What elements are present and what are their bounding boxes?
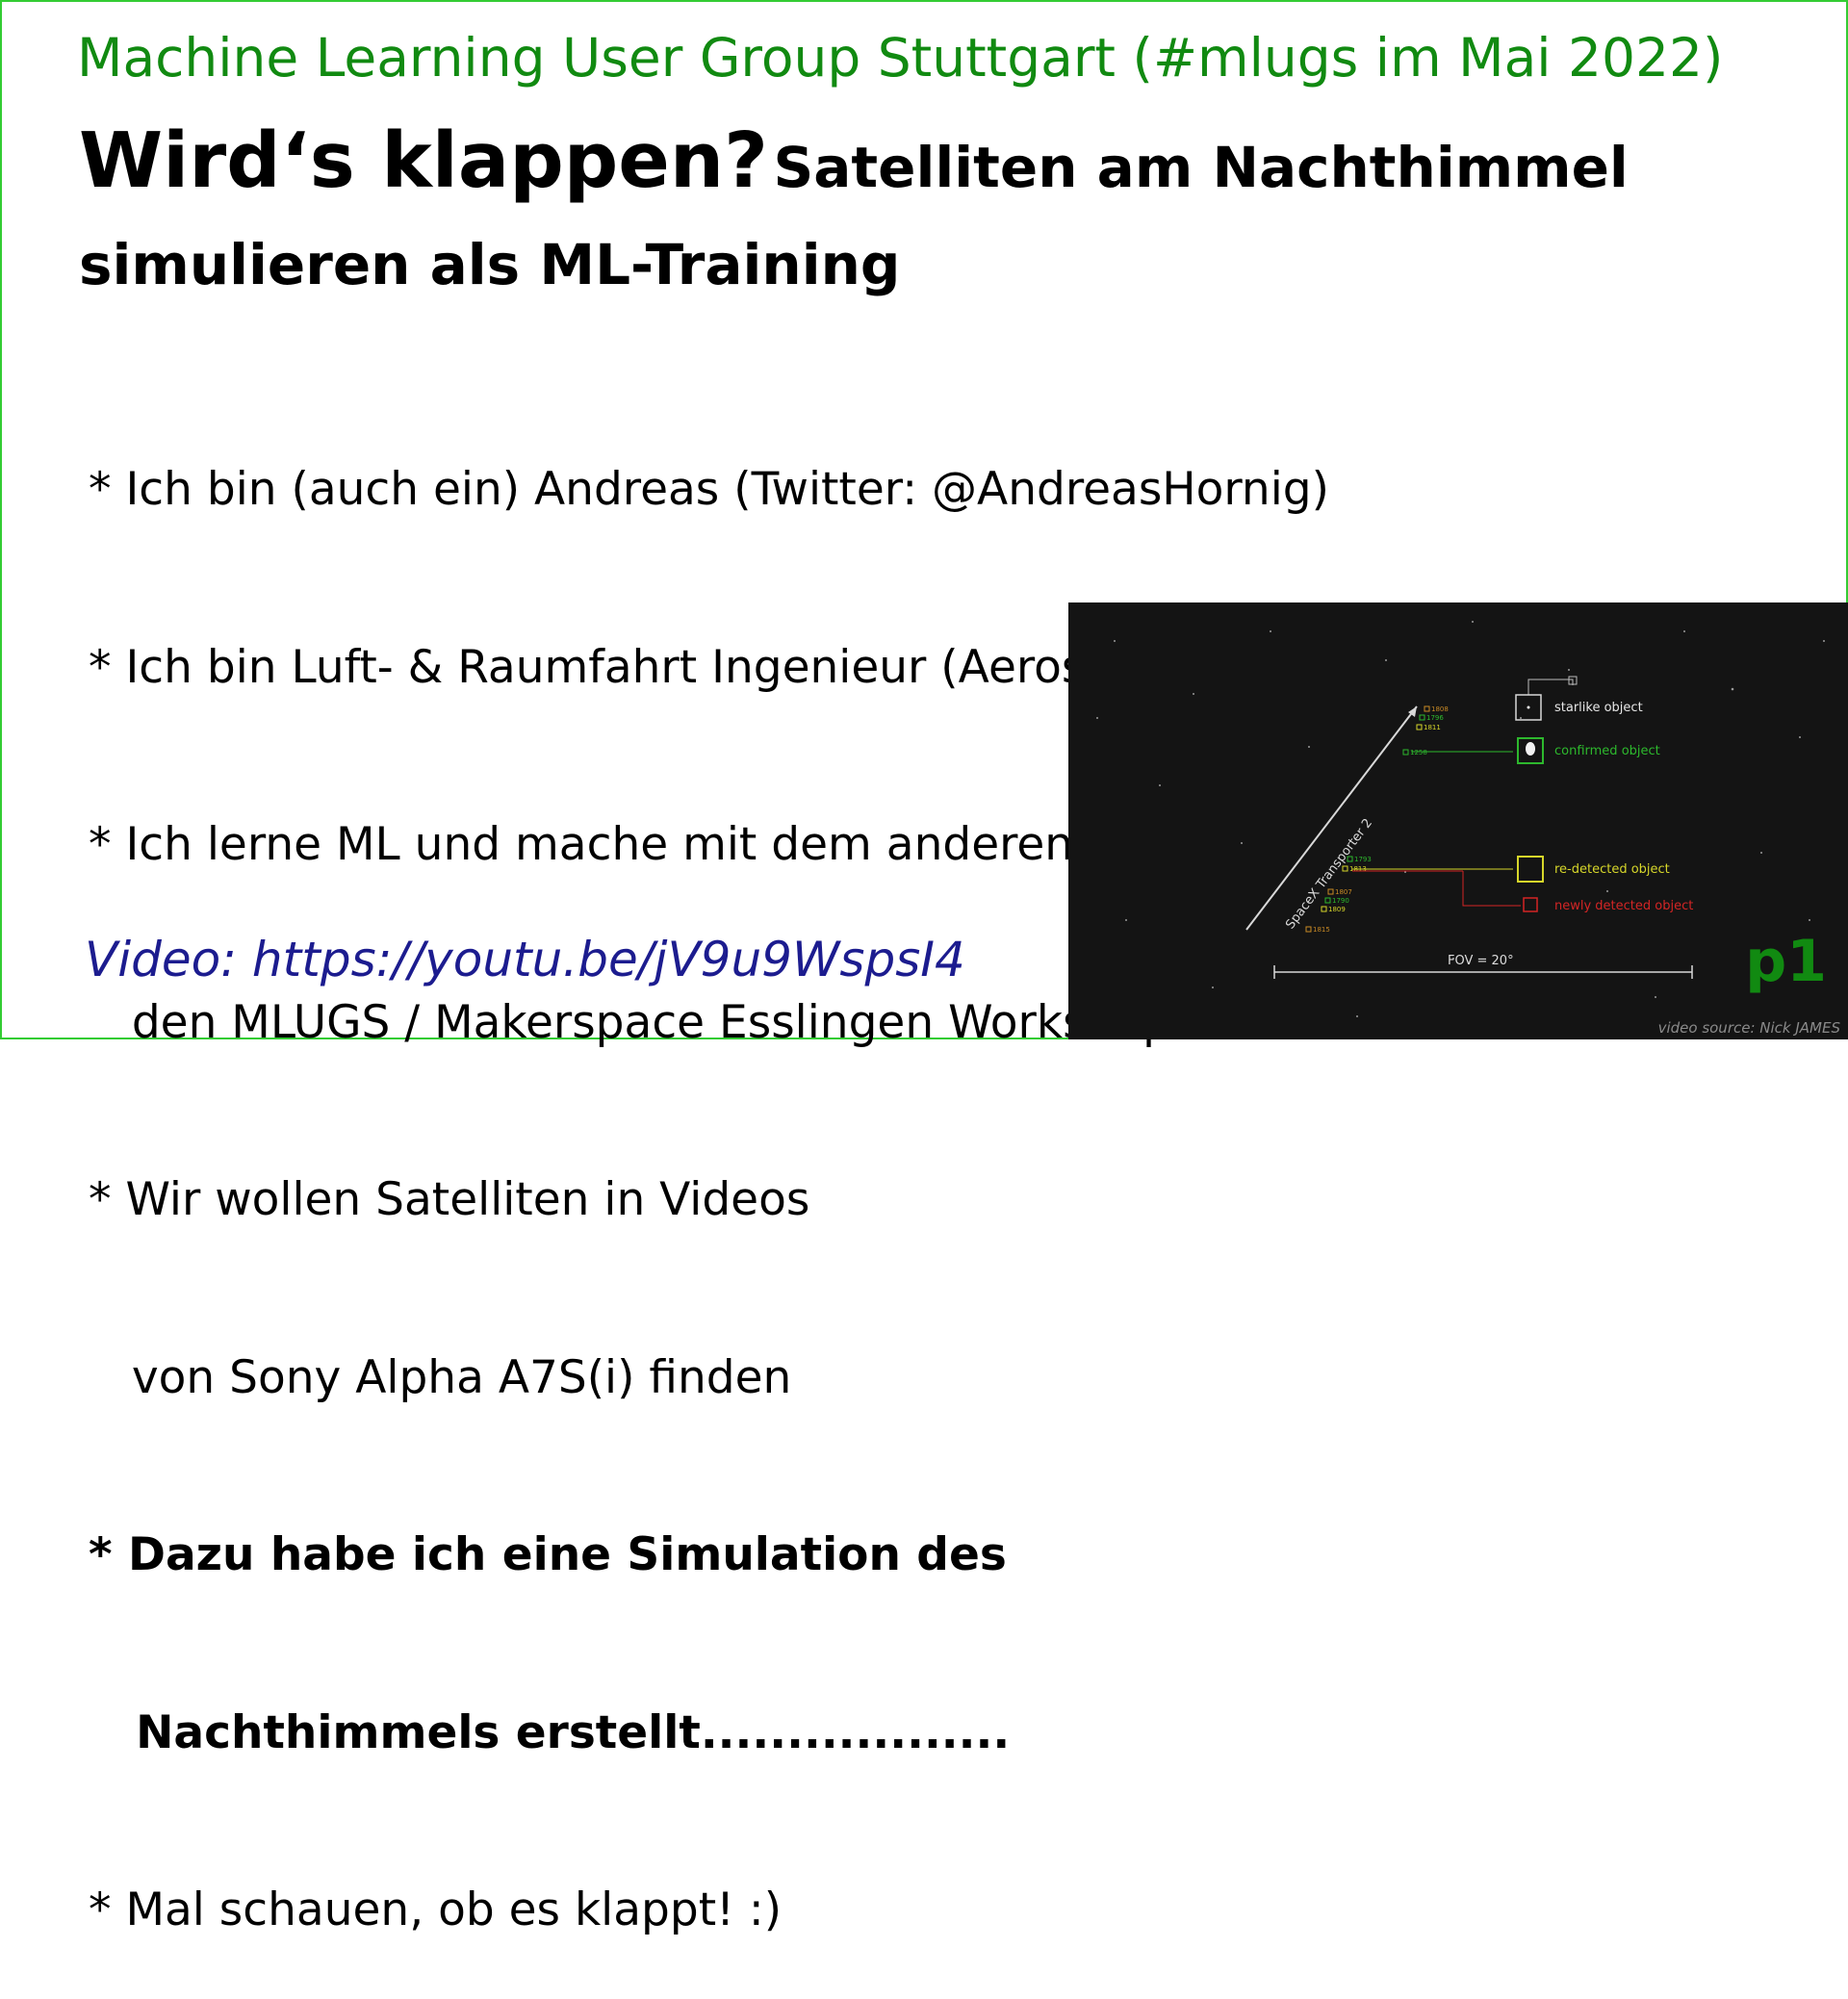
object-id: 1808 xyxy=(1431,705,1449,713)
slide-title: Wird‘s klappen? Satelliten am Nachthimme… xyxy=(79,119,1811,320)
redetected-label: re-detected object xyxy=(1554,862,1670,877)
fov-label: FOV = 20° xyxy=(1448,954,1514,968)
object-id: 1790 xyxy=(1332,897,1349,905)
confirmed-label: confirmed object xyxy=(1554,744,1660,758)
starlike-label: starlike object xyxy=(1554,701,1643,715)
bullet-line: * Mal schauen, ob es klappt! :) xyxy=(89,1884,783,1936)
object-id: 1807 xyxy=(1335,888,1352,896)
bullet-line-bold: * Dazu habe ich eine Simulation des xyxy=(89,1528,1007,1581)
object-id: 1809 xyxy=(1328,906,1346,913)
group-title: Machine Learning User Group Stuttgart (#… xyxy=(77,27,1724,89)
object-id: 1815 xyxy=(1313,926,1330,934)
bullet-line: * Ich bin (auch ein) Andreas (Twitter: @… xyxy=(89,463,1329,516)
page-number: p1 xyxy=(1745,928,1827,995)
object-id: 1258 xyxy=(1410,749,1427,756)
bullet-line-bold: Nachthimmels erstellt.................. xyxy=(89,1705,1011,1759)
bullet-line: * Wir wollen Satelliten in Videos xyxy=(89,1173,810,1226)
video-link[interactable]: Video: https://youtu.be/jV9u9WspsI4 xyxy=(85,932,965,987)
object-id: 1811 xyxy=(1424,724,1441,731)
newly-label: newly detected object xyxy=(1554,899,1693,913)
night-sky-image: SpaceX Transporter 2 1808 1796 1811 1258… xyxy=(1068,602,1848,1039)
title-question: Wird‘s klappen? xyxy=(79,116,768,205)
object-id: 1796 xyxy=(1426,714,1444,722)
image-credit: video source: Nick JAMES xyxy=(1657,1019,1840,1037)
object-id: 1793 xyxy=(1354,856,1372,863)
bullet-line: von Sony Alpha A7S(i) finden xyxy=(89,1350,792,1404)
bullet-list: * Ich bin (auch ein) Andreas (Twitter: @… xyxy=(89,342,1535,1999)
